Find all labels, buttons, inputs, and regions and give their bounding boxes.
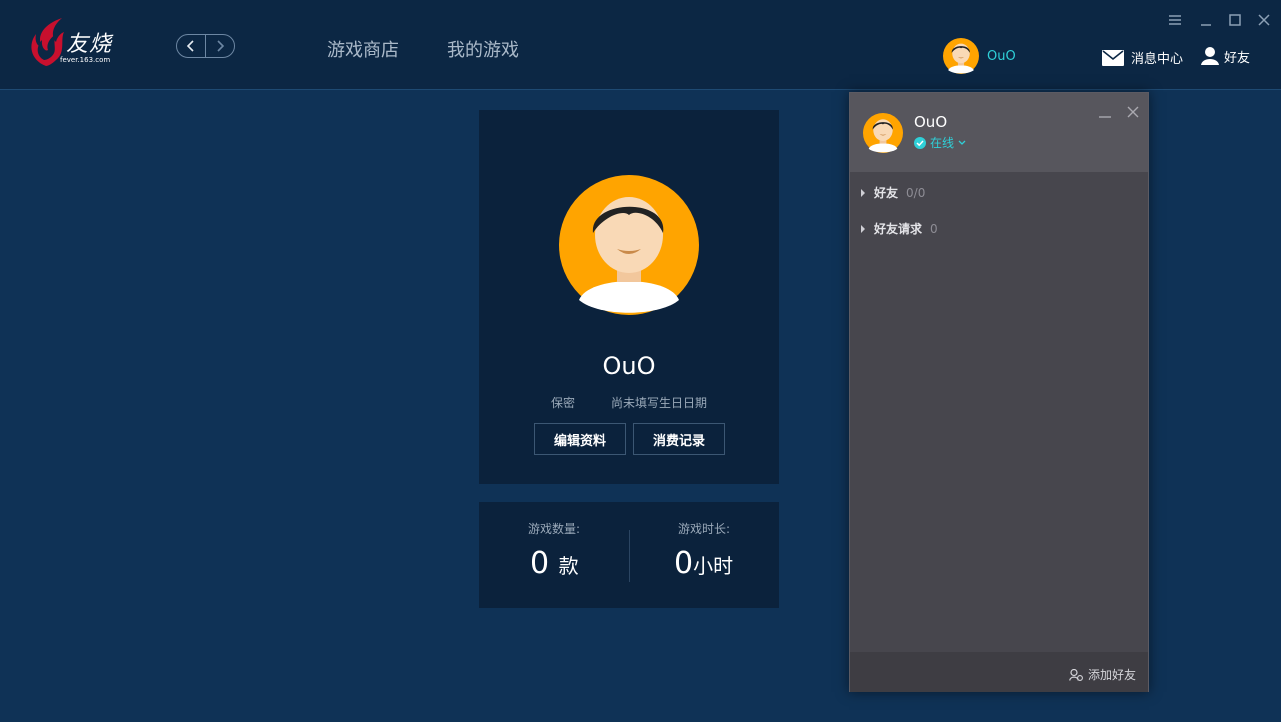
friend-requests-count: 0	[930, 221, 938, 236]
minimize-button[interactable]	[1196, 10, 1216, 30]
stats-divider	[629, 530, 630, 582]
online-check-icon	[914, 136, 926, 149]
profile-birthday: 尚未填写生日日期	[611, 396, 708, 410]
maximize-icon	[1229, 14, 1241, 26]
menu-my-games[interactable]: 我的游戏	[447, 36, 519, 62]
profile-name: OuO	[602, 352, 656, 380]
status-dropdown[interactable]: 在线	[914, 134, 966, 151]
status-label: 在线	[930, 136, 955, 150]
profile-avatar[interactable]	[559, 175, 699, 315]
game-count-value: 0 款	[530, 546, 579, 581]
app-logo[interactable]: 友烧 fever.163.com	[26, 16, 116, 68]
play-time-value: 0小时	[674, 546, 733, 581]
title-bar: 友烧 fever.163.com 游戏商店 我的游戏 OuO 消息中心 好友	[0, 0, 1281, 90]
logo-domain: fever.163.com	[60, 56, 111, 64]
friend-requests-group[interactable]: 好友请求 0	[860, 220, 938, 237]
minimize-icon	[1099, 116, 1111, 118]
game-count-unit: 款	[558, 554, 579, 578]
friends-panel: OuO 在线 好友 0/0 好友请求 0 添加好友	[849, 92, 1149, 692]
avatar[interactable]	[863, 113, 903, 153]
message-center-button[interactable]: 消息中心	[1102, 48, 1183, 67]
mail-icon	[1102, 49, 1124, 66]
play-time-unit: 小时	[693, 554, 734, 578]
purchase-records-button[interactable]: 消费记录	[633, 423, 725, 455]
profile-card: OuO 保密 尚未填写生日日期 编辑资料 消费记录	[479, 110, 779, 484]
maximize-button[interactable]	[1225, 10, 1245, 30]
play-time-number: 0	[674, 546, 694, 581]
user-icon	[1201, 47, 1219, 65]
friends-panel-footer: 添加好友	[850, 652, 1148, 692]
message-center-label: 消息中心	[1131, 52, 1184, 67]
add-friend-button[interactable]: 添加好友	[1069, 666, 1136, 683]
caret-right-icon	[861, 188, 865, 197]
close-icon	[1127, 106, 1139, 118]
user-avatar-icon	[943, 38, 979, 74]
avatar[interactable]	[943, 38, 979, 74]
friends-panel-header: OuO 在线	[850, 93, 1148, 172]
close-icon	[1258, 14, 1270, 26]
game-count-number: 0	[530, 546, 550, 581]
logo-text: 友烧	[66, 32, 113, 57]
friends-group[interactable]: 好友 0/0	[860, 184, 925, 201]
chevron-right-icon	[217, 40, 225, 52]
friends-group-count: 0/0	[906, 185, 926, 200]
hamburger-icon	[1169, 15, 1181, 25]
chevron-left-icon	[186, 40, 194, 52]
edit-profile-button[interactable]: 编辑资料	[534, 423, 626, 455]
history-nav	[176, 34, 235, 58]
caret-right-icon	[861, 224, 865, 233]
panel-minimize-button[interactable]	[1096, 103, 1114, 121]
forward-button[interactable]	[205, 35, 234, 57]
game-count-label: 游戏数量:	[528, 522, 581, 536]
friends-group-label: 好友	[874, 186, 899, 200]
back-button[interactable]	[177, 35, 205, 57]
header-username[interactable]: OuO	[987, 49, 1016, 64]
add-friend-label: 添加好友	[1087, 668, 1136, 682]
menu-button[interactable]	[1165, 10, 1185, 30]
minimize-icon	[1201, 24, 1211, 26]
user-avatar-icon	[863, 113, 903, 153]
panel-close-button[interactable]	[1124, 103, 1142, 121]
chevron-down-icon	[958, 140, 966, 145]
add-user-icon	[1069, 668, 1083, 681]
user-avatar-icon	[559, 175, 699, 315]
play-time-label: 游戏时长:	[678, 522, 731, 536]
stats-card: 游戏数量: 0 款 游戏时长: 0小时	[479, 502, 779, 608]
menu-game-store[interactable]: 游戏商店	[327, 36, 399, 62]
friends-button[interactable]: 好友	[1200, 46, 1250, 66]
profile-gender: 保密	[551, 396, 576, 410]
friends-panel-username: OuO	[914, 113, 948, 131]
close-button[interactable]	[1254, 10, 1274, 30]
friend-requests-label: 好友请求	[874, 222, 923, 236]
friends-label: 好友	[1224, 50, 1251, 66]
